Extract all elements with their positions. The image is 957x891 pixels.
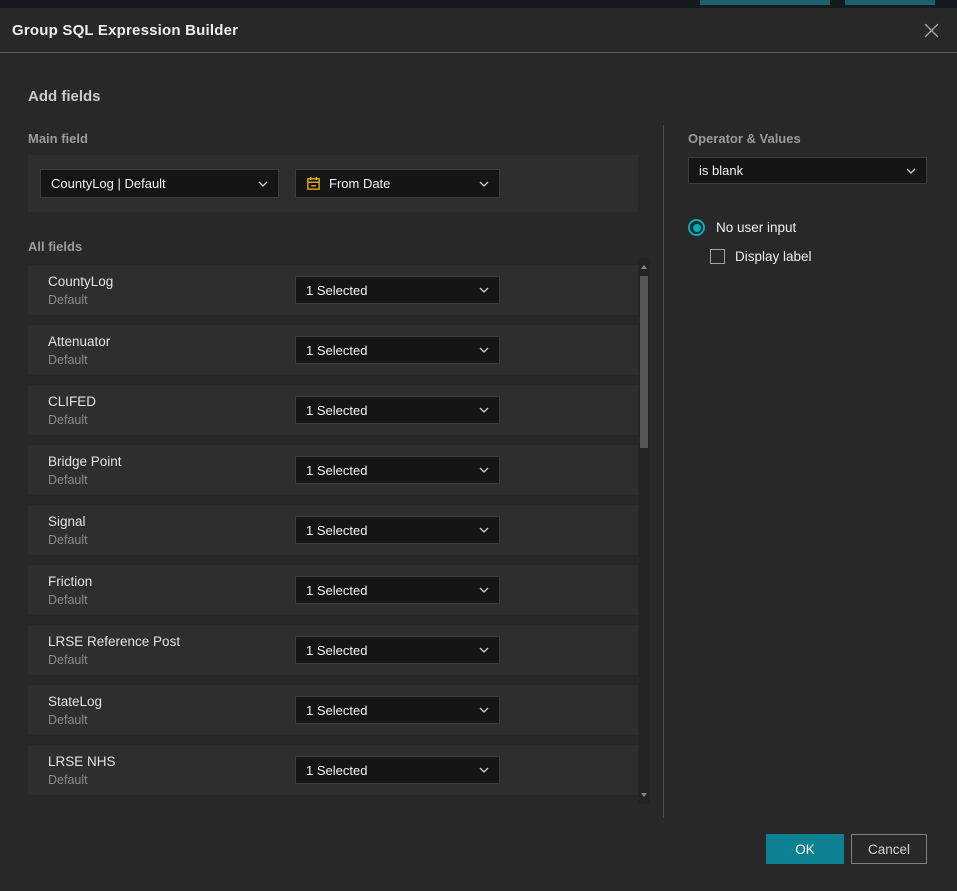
field-subtype: Default — [48, 593, 88, 607]
chevron-down-icon — [479, 407, 489, 413]
all-fields-list: CountyLog Default 1 Selected Attenuator … — [28, 265, 638, 805]
field-subtype: Default — [48, 533, 88, 547]
dialog-title: Group SQL Expression Builder — [12, 22, 238, 39]
radio-selected-icon — [688, 219, 705, 236]
field-selected-value: 1 Selected — [306, 523, 367, 538]
field-dropdown[interactable]: From Date — [295, 169, 500, 198]
calendar-icon — [306, 176, 321, 191]
close-button[interactable] — [919, 18, 943, 42]
dialog-titlebar: Group SQL Expression Builder — [0, 8, 957, 53]
field-selected-dropdown[interactable]: 1 Selected — [295, 456, 500, 484]
background-fragment — [700, 0, 830, 5]
scrollbar-down-arrow-icon[interactable] — [641, 793, 647, 797]
field-selected-dropdown[interactable]: 1 Selected — [295, 636, 500, 664]
checkbox-unchecked-icon — [710, 249, 725, 264]
field-name: StateLog — [48, 694, 102, 709]
section-title-add-fields: Add fields — [28, 88, 101, 105]
chevron-down-icon — [258, 181, 268, 187]
field-selected-value: 1 Selected — [306, 283, 367, 298]
field-row: Attenuator Default 1 Selected — [28, 325, 638, 375]
no-user-input-radio[interactable]: No user input — [688, 219, 796, 236]
radio-label: No user input — [716, 220, 796, 235]
field-row: CLIFED Default 1 Selected — [28, 385, 638, 435]
field-selected-dropdown[interactable]: 1 Selected — [295, 516, 500, 544]
field-selected-value: 1 Selected — [306, 343, 367, 358]
field-selected-dropdown[interactable]: 1 Selected — [295, 336, 500, 364]
list-scrollbar[interactable] — [638, 258, 650, 804]
chevron-down-icon — [479, 767, 489, 773]
field-row: LRSE Reference Post Default 1 Selected — [28, 625, 638, 675]
field-row: CountyLog Default 1 Selected — [28, 265, 638, 315]
chevron-down-icon — [906, 168, 916, 174]
field-selected-value: 1 Selected — [306, 583, 367, 598]
chevron-down-icon — [479, 347, 489, 353]
field-name: Attenuator — [48, 334, 110, 349]
field-selected-value: 1 Selected — [306, 763, 367, 778]
field-name: Friction — [48, 574, 92, 589]
background-app-strip — [0, 0, 957, 8]
operator-dropdown[interactable]: is blank — [688, 157, 927, 184]
field-row: Friction Default 1 Selected — [28, 565, 638, 615]
operator-values-label: Operator & Values — [688, 131, 801, 146]
field-selected-value: 1 Selected — [306, 703, 367, 718]
scrollbar-up-arrow-icon[interactable] — [641, 265, 647, 269]
vertical-divider — [663, 125, 664, 818]
background-fragment — [845, 0, 935, 5]
operator-dropdown-value: is blank — [699, 163, 743, 178]
field-name: LRSE NHS — [48, 754, 116, 769]
field-selected-dropdown[interactable]: 1 Selected — [295, 576, 500, 604]
field-dropdown-value: From Date — [329, 176, 390, 191]
field-subtype: Default — [48, 293, 88, 307]
field-selected-dropdown[interactable]: 1 Selected — [295, 396, 500, 424]
field-subtype: Default — [48, 653, 88, 667]
chevron-down-icon — [479, 647, 489, 653]
scrollbar-thumb[interactable] — [640, 276, 648, 448]
field-name: CountyLog — [48, 274, 113, 289]
chevron-down-icon — [479, 707, 489, 713]
field-subtype: Default — [48, 413, 88, 427]
field-name: CLIFED — [48, 394, 96, 409]
ok-button[interactable]: OK — [766, 834, 844, 864]
checkbox-label: Display label — [735, 249, 812, 264]
field-row: Signal Default 1 Selected — [28, 505, 638, 555]
field-selected-value: 1 Selected — [306, 643, 367, 658]
main-field-panel: CountyLog | Default From Date — [28, 155, 638, 212]
field-selected-value: 1 Selected — [306, 463, 367, 478]
chevron-down-icon — [479, 467, 489, 473]
layer-dropdown[interactable]: CountyLog | Default — [40, 169, 279, 198]
field-subtype: Default — [48, 713, 88, 727]
field-row: StateLog Default 1 Selected — [28, 685, 638, 735]
group-sql-expression-builder-dialog: Group SQL Expression Builder Add fields … — [0, 8, 957, 891]
display-label-checkbox[interactable]: Display label — [710, 249, 812, 264]
field-name: Signal — [48, 514, 86, 529]
field-subtype: Default — [48, 473, 88, 487]
layer-dropdown-value: CountyLog | Default — [51, 176, 166, 191]
field-row: Bridge Point Default 1 Selected — [28, 445, 638, 495]
field-name: Bridge Point — [48, 454, 122, 469]
field-row: LRSE NHS Default 1 Selected — [28, 745, 638, 795]
field-subtype: Default — [48, 353, 88, 367]
chevron-down-icon — [479, 587, 489, 593]
field-name: LRSE Reference Post — [48, 634, 180, 649]
main-field-label: Main field — [28, 131, 88, 146]
field-selected-dropdown[interactable]: 1 Selected — [295, 756, 500, 784]
all-fields-label: All fields — [28, 239, 82, 254]
cancel-button[interactable]: Cancel — [851, 834, 927, 864]
chevron-down-icon — [479, 527, 489, 533]
field-selected-value: 1 Selected — [306, 403, 367, 418]
chevron-down-icon — [479, 181, 489, 187]
close-icon — [923, 22, 940, 39]
field-subtype: Default — [48, 773, 88, 787]
field-selected-dropdown[interactable]: 1 Selected — [295, 276, 500, 304]
field-selected-dropdown[interactable]: 1 Selected — [295, 696, 500, 724]
chevron-down-icon — [479, 287, 489, 293]
